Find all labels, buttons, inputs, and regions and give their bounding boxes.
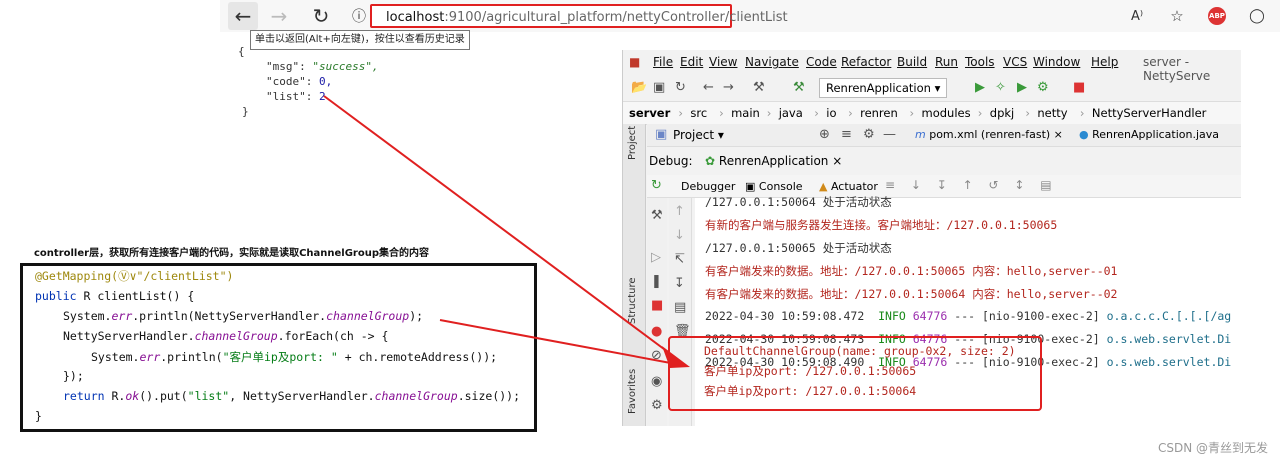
arrow-line-json <box>323 95 677 359</box>
watermark: CSDN @青丝到无发 <box>1157 441 1268 455</box>
annotation-arrows <box>323 95 690 368</box>
arrow-line-code <box>439 319 677 365</box>
arrow-head <box>662 346 690 368</box>
